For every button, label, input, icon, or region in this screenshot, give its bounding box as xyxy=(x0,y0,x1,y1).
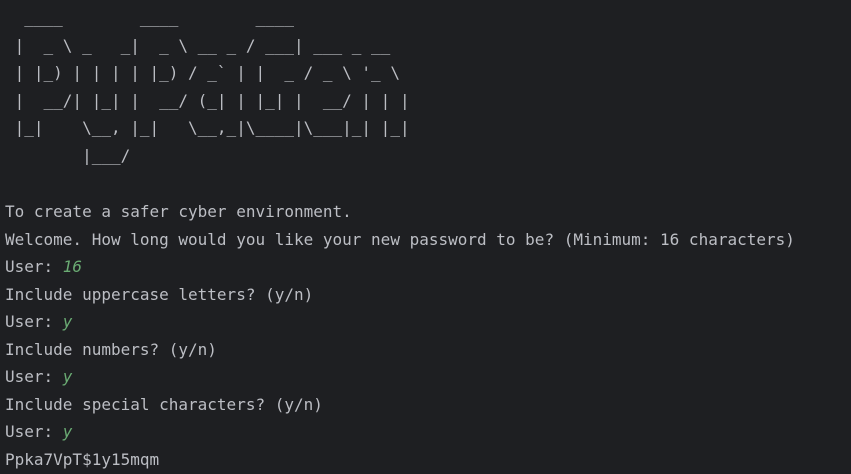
special-prompt: Include special characters? (y/n) xyxy=(5,394,323,414)
user-response-special: User: y xyxy=(5,418,851,446)
ascii-banner: ____ ____ ____ | _ \ _ _| _ \ __ _ / ___… xyxy=(14,8,410,165)
tagline-text: To create a safer cyber environment. xyxy=(5,202,352,221)
user-input-length: 16 xyxy=(62,257,83,276)
user-label: User: xyxy=(5,312,63,331)
user-response-uppercase: User: y xyxy=(5,308,851,336)
uppercase-prompt: Include uppercase letters? (y/n) xyxy=(5,284,314,304)
welcome-prompt: Welcome. How long would you like your ne… xyxy=(5,229,795,249)
user-input-numbers: y xyxy=(62,367,73,386)
user-input-special: y xyxy=(62,422,73,441)
terminal-output[interactable]: ____ ____ ____ | _ \ _ _| _ \ __ _ / ___… xyxy=(0,0,851,474)
user-label: User: xyxy=(5,367,63,386)
generated-password: Ppka7VpT$1y15mqm xyxy=(5,449,160,469)
user-response-length: User: 16 xyxy=(5,253,851,281)
user-label: User: xyxy=(5,257,63,276)
user-label: User: xyxy=(5,422,63,441)
user-response-numbers: User: y xyxy=(5,363,851,391)
user-input-uppercase: y xyxy=(62,312,73,331)
numbers-prompt: Include numbers? (y/n) xyxy=(5,339,217,359)
output-lines: To create a safer cyber environment. Wel… xyxy=(5,198,851,473)
